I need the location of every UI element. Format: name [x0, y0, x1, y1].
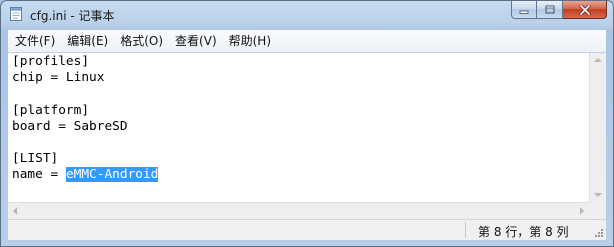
- menu-bar: 文件(F) 编辑(E) 格式(O) 查看(V) 帮助(H): [8, 30, 606, 53]
- selected-text[interactable]: eMMC-Android: [65, 167, 159, 183]
- horizontal-scrollbar[interactable]: [8, 202, 589, 219]
- menu-help[interactable]: 帮助(H): [223, 31, 277, 51]
- menu-edit[interactable]: 编辑(E): [61, 31, 114, 51]
- window-title: cfg.ini - 记事本: [30, 9, 115, 23]
- scrollbar-corner: [589, 202, 606, 219]
- menu-file[interactable]: 文件(F): [8, 31, 61, 51]
- status-bar: 第 8 行，第 8 列: [8, 219, 606, 240]
- resize-grip-icon[interactable]: [593, 227, 604, 238]
- notepad-window: cfg.ini - 记事本 文件(F) 编辑(E) 格式(O) 查看(V) 帮助…: [0, 0, 614, 247]
- editor-line: [profiles]: [12, 54, 90, 69]
- minimize-icon: [519, 10, 529, 14]
- status-divider: [465, 222, 466, 238]
- editor-line: board = SabreSD: [12, 118, 128, 134]
- close-button[interactable]: [563, 1, 607, 19]
- menu-view[interactable]: 查看(V): [169, 31, 223, 51]
- maximize-button[interactable]: [537, 1, 563, 19]
- scroll-right-arrow-icon[interactable]: [580, 207, 584, 215]
- text-editor[interactable]: [profiles] chip = Linux [platform] board…: [8, 53, 589, 202]
- menu-format[interactable]: 格式(O): [114, 31, 169, 51]
- editor-line: [platform]: [12, 102, 90, 118]
- close-icon: [578, 4, 591, 15]
- scroll-up-arrow-icon[interactable]: [594, 58, 602, 62]
- editor-line-prefix: name =: [12, 167, 66, 183]
- editor-line: [LIST]: [12, 151, 59, 167]
- scroll-left-arrow-icon[interactable]: [13, 207, 17, 215]
- caption-buttons: [511, 1, 607, 20]
- cursor-position: 第 8 行，第 8 列: [478, 225, 569, 239]
- notepad-icon: [10, 7, 22, 21]
- minimize-button[interactable]: [511, 1, 537, 19]
- editor-line: chip = Linux: [12, 70, 105, 86]
- scroll-down-arrow-icon[interactable]: [594, 193, 602, 197]
- title-bar[interactable]: cfg.ini - 记事本: [1, 1, 613, 29]
- editor-content[interactable]: [profiles] chip = Linux [platform] board…: [8, 53, 589, 184]
- maximize-icon: [545, 5, 554, 14]
- vertical-scrollbar[interactable]: [589, 53, 606, 202]
